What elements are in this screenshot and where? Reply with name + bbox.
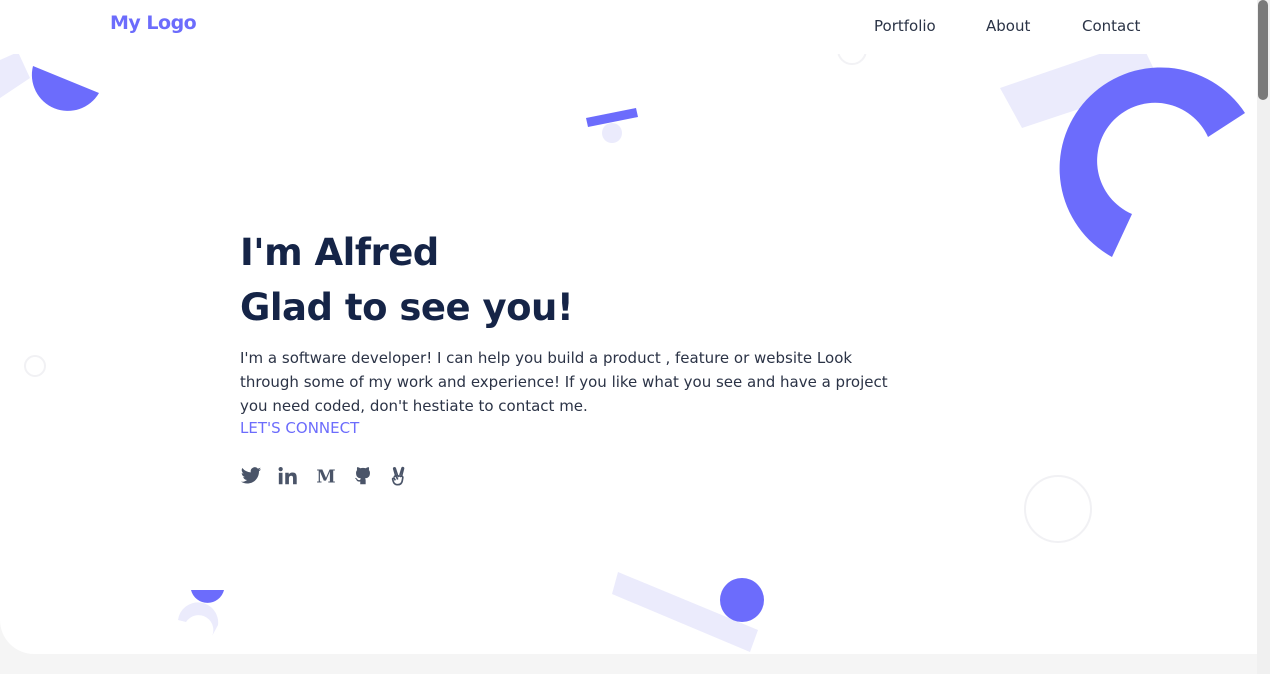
scrollbar-track[interactable] — [1257, 0, 1270, 674]
site-header: My Logo Portfolio About Contact — [0, 0, 1257, 54]
medium-glyph: M — [316, 467, 335, 487]
deco-half-disc-bottom — [191, 590, 224, 603]
twitter-icon[interactable] — [240, 465, 262, 487]
nav-portfolio[interactable]: Portfolio — [874, 17, 936, 35]
deco-light-bar-bottom — [612, 572, 758, 652]
nav-about[interactable]: About — [986, 17, 1030, 35]
deco-bar-top — [586, 108, 638, 127]
github-icon[interactable] — [352, 465, 374, 487]
deco-half-disc-topleft — [31, 66, 99, 111]
deco-c-arc — [1059, 67, 1245, 258]
hero-bio: I'm a software developer! I can help you… — [240, 349, 888, 415]
deco-dot-bottom — [720, 578, 764, 622]
deco-ring-left — [24, 355, 46, 377]
deco-light-strip-topleft — [0, 52, 30, 98]
deco-dot-top — [602, 123, 622, 143]
page: My Logo Portfolio About Contact I'm Alfr… — [0, 0, 1257, 654]
hero-greeting: I'm Alfred — [240, 231, 439, 274]
scrollbar-thumb[interactable] — [1258, 0, 1268, 100]
background-shapes — [0, 35, 1245, 652]
deco-ring-bottom — [178, 602, 219, 638]
nav-contact[interactable]: Contact — [1082, 17, 1140, 35]
logo[interactable]: My Logo — [110, 12, 197, 34]
medium-icon[interactable]: M — [315, 465, 337, 487]
angellist-icon[interactable] — [388, 465, 410, 487]
deco-ring-right — [1024, 475, 1092, 543]
hero-tagline: Glad to see you! — [240, 286, 574, 329]
linkedin-icon[interactable] — [277, 465, 299, 487]
lets-connect-link[interactable]: LET'S CONNECT — [240, 419, 359, 437]
